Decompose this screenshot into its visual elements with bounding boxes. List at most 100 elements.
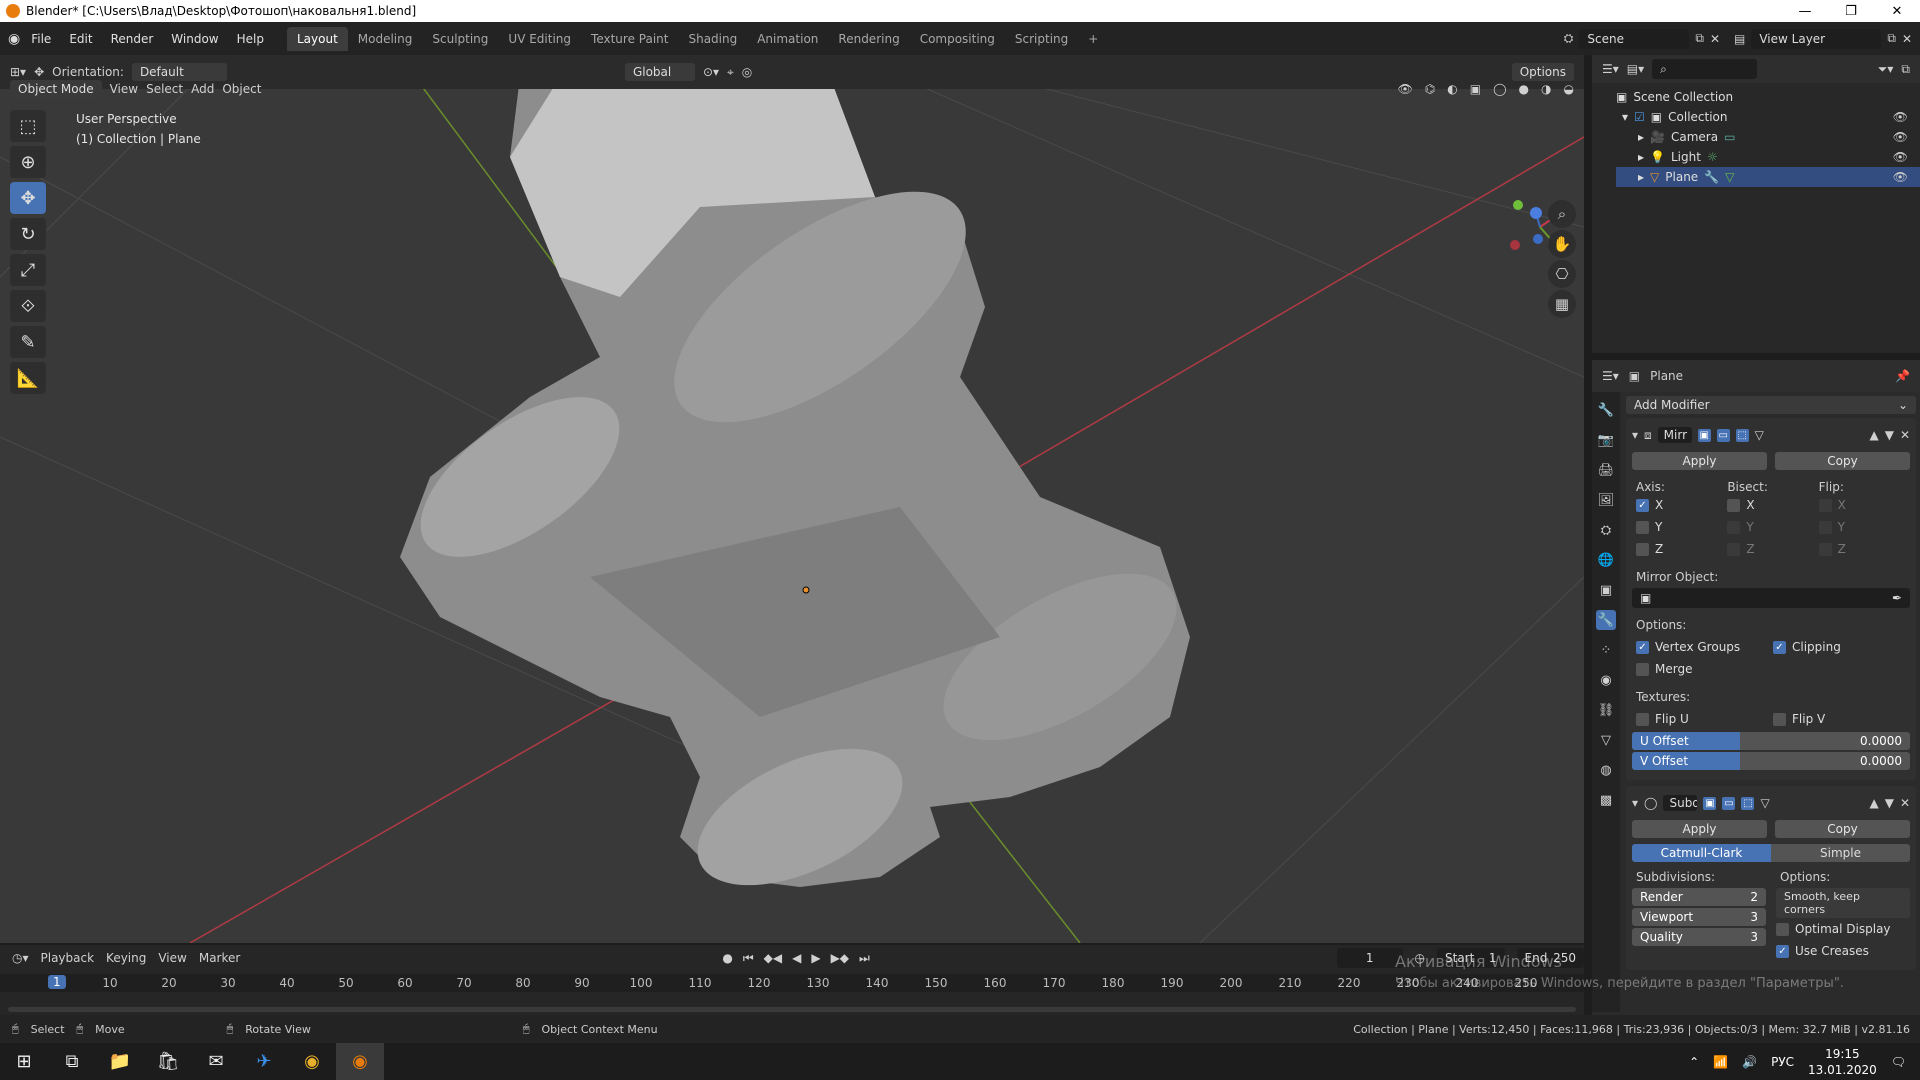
scene-field[interactable]: Scene bbox=[1579, 28, 1690, 49]
axis-x-checkbox[interactable]: ✓ X bbox=[1636, 494, 1727, 516]
output-tab-icon[interactable]: 🖨 bbox=[1596, 460, 1616, 480]
xray-icon[interactable]: ▣ bbox=[1470, 82, 1481, 96]
play-icon[interactable]: ▶ bbox=[811, 951, 820, 966]
menu-render[interactable]: Render bbox=[104, 29, 161, 49]
file-explorer-icon[interactable]: 📁 bbox=[96, 1043, 144, 1080]
jump-start-icon[interactable]: ⏮ bbox=[743, 951, 754, 966]
mirror-modifier-name[interactable]: Mirr bbox=[1657, 427, 1692, 443]
bisect-x-checkbox[interactable]: X bbox=[1727, 494, 1818, 516]
tab-layout[interactable]: Layout bbox=[286, 26, 348, 51]
axis-z-checkbox[interactable]: Z bbox=[1636, 538, 1727, 560]
frame-ruler[interactable]: 1 10 20 30 40 50 60 70 80 90 100 110 120 130 140 150 16… bbox=[0, 974, 1584, 992]
constraints-tab-icon[interactable]: ⛓ bbox=[1596, 700, 1616, 720]
merge-checkbox[interactable]: Merge bbox=[1636, 658, 1773, 680]
v-offset-slider[interactable]: V Offset 0.0000 bbox=[1632, 752, 1910, 770]
move-up-icon[interactable]: ▲ bbox=[1869, 428, 1878, 442]
outliner-light[interactable]: ▸ 💡 Light ☼ 👁 bbox=[1616, 147, 1920, 167]
subsurf-modifier-name[interactable]: Subd bbox=[1663, 795, 1698, 811]
world-tab-icon[interactable]: 🌐 bbox=[1596, 550, 1616, 570]
eye-icon[interactable]: 👁 bbox=[1893, 170, 1908, 184]
flip-v-checkbox[interactable]: Flip V bbox=[1773, 708, 1910, 730]
material-shading-icon[interactable]: ◑ bbox=[1541, 82, 1551, 96]
move-up-icon[interactable]: ▲ bbox=[1869, 796, 1878, 810]
tab-animation[interactable]: Animation bbox=[747, 27, 828, 51]
view-layer-field[interactable]: View Layer bbox=[1751, 28, 1882, 49]
viewport-toggle-icon[interactable]: ▭ bbox=[1716, 428, 1730, 442]
view-layer-tab-icon[interactable]: 🖼 bbox=[1596, 490, 1616, 510]
editmode-toggle-icon[interactable]: ▣ bbox=[1703, 796, 1717, 810]
bisect-y-checkbox[interactable]: Y bbox=[1727, 516, 1818, 538]
network-icon[interactable]: 📶 bbox=[1713, 1055, 1728, 1069]
tab-sculpting[interactable]: Sculpting bbox=[422, 27, 498, 51]
windows-start-icon[interactable]: ⊞ bbox=[0, 1043, 48, 1080]
quality-field[interactable]: Quality 3 bbox=[1632, 928, 1766, 946]
outliner-search-input[interactable]: ⌕ bbox=[1652, 59, 1758, 79]
mirror-object-field[interactable]: ▣ ✒ bbox=[1632, 588, 1910, 608]
overlay-icon[interactable]: ◐ bbox=[1447, 82, 1457, 96]
simple-button[interactable]: Simple bbox=[1771, 844, 1910, 862]
rotate-tool-icon[interactable]: ↻ bbox=[10, 218, 46, 250]
keying-menu[interactable]: Keying bbox=[106, 951, 146, 965]
outliner-scene-collection[interactable]: ▣ Scene Collection bbox=[1616, 87, 1920, 107]
outliner-type-icon[interactable]: ☰▾ bbox=[1602, 62, 1619, 76]
chrome-icon[interactable]: ◉ bbox=[288, 1043, 336, 1080]
view-menu[interactable]: View bbox=[110, 82, 138, 96]
delete-scene-icon[interactable]: ✕ bbox=[1710, 32, 1720, 46]
axis-y-checkbox[interactable]: Y bbox=[1636, 516, 1727, 538]
cage-icon[interactable]: ▽ bbox=[1755, 428, 1764, 442]
object-tab-icon[interactable]: ▣ bbox=[1596, 580, 1616, 600]
subsurf-copy-button[interactable]: Copy bbox=[1775, 820, 1910, 838]
data-tab-icon[interactable]: ▽ bbox=[1596, 730, 1616, 750]
display-mode-icon[interactable]: ▤▾ bbox=[1627, 62, 1644, 76]
remove-modifier-icon[interactable]: ✕ bbox=[1900, 796, 1910, 810]
3d-viewport[interactable]: ⌕ ✋ ⎔ ▦ bbox=[0, 77, 1584, 943]
viewport-levels-field[interactable]: Viewport 3 bbox=[1632, 908, 1766, 926]
render-tab-icon[interactable]: 📷 bbox=[1596, 430, 1616, 450]
move-down-icon[interactable]: ▼ bbox=[1885, 428, 1894, 442]
particles-tab-icon[interactable]: ⁘ bbox=[1596, 640, 1616, 660]
optimal-display-checkbox[interactable]: Optimal Display bbox=[1776, 918, 1891, 940]
texture-tab-icon[interactable]: ▩ bbox=[1596, 790, 1616, 810]
object-menu[interactable]: Object bbox=[222, 82, 261, 96]
physics-tab-icon[interactable]: ◉ bbox=[1596, 670, 1616, 690]
mirror-apply-button[interactable]: Apply bbox=[1632, 452, 1767, 470]
rendered-shading-icon[interactable]: ◒ bbox=[1564, 82, 1574, 96]
add-modifier-dropdown[interactable]: Add Modifier ⌄ bbox=[1626, 396, 1916, 414]
checkbox-icon[interactable]: ☑ bbox=[1634, 110, 1645, 124]
move-tool-icon[interactable]: ✥ bbox=[10, 182, 46, 214]
menu-file[interactable]: File bbox=[24, 29, 58, 49]
maximize-button[interactable]: ❐ bbox=[1828, 4, 1874, 19]
scene-icon[interactable]: ⛭ bbox=[1564, 31, 1574, 46]
notification-icon[interactable]: 🗨 bbox=[1891, 1055, 1906, 1069]
app-icon[interactable]: ✈ bbox=[240, 1043, 288, 1080]
flip-x-checkbox[interactable]: X bbox=[1818, 494, 1910, 516]
eye-icon[interactable]: 👁 bbox=[1893, 110, 1908, 124]
mail-icon[interactable]: ✉ bbox=[192, 1043, 240, 1080]
eyedropper-icon[interactable]: ✒ bbox=[1892, 591, 1902, 605]
outliner-camera[interactable]: ▸ 🎥 Camera ▭ 👁 bbox=[1616, 127, 1920, 147]
filter-icon[interactable]: ⏷▾ bbox=[1878, 62, 1894, 77]
language-indicator[interactable]: РУС bbox=[1771, 1055, 1794, 1069]
menu-edit[interactable]: Edit bbox=[62, 29, 99, 49]
scale-tool-icon[interactable]: ⤢ bbox=[10, 254, 46, 286]
volume-icon[interactable]: 🔊 bbox=[1742, 1055, 1757, 1069]
tab-rendering[interactable]: Rendering bbox=[828, 27, 909, 51]
minimize-button[interactable]: — bbox=[1782, 4, 1828, 19]
blender-menu-icon[interactable]: ◉ bbox=[8, 31, 20, 47]
taskbar-clock[interactable]: 19:15 13.01.2020 bbox=[1808, 1046, 1877, 1078]
pin-icon[interactable]: 📌 bbox=[1895, 369, 1910, 383]
new-collection-icon[interactable]: ⧉ bbox=[1901, 62, 1910, 77]
add-workspace-icon[interactable]: + bbox=[1078, 27, 1108, 51]
cursor-tool-icon[interactable]: ⊕ bbox=[10, 146, 46, 178]
collapse-arrow-icon[interactable]: ▾ bbox=[1632, 796, 1638, 810]
new-view-layer-icon[interactable]: ⧉ bbox=[1887, 31, 1896, 46]
zoom-icon[interactable]: ⌕ bbox=[1548, 200, 1576, 228]
subsurf-apply-button[interactable]: Apply bbox=[1632, 820, 1767, 838]
record-icon[interactable]: ● bbox=[722, 951, 732, 966]
tab-modeling[interactable]: Modeling bbox=[348, 27, 423, 51]
prev-keyframe-icon[interactable]: ◆◀ bbox=[764, 951, 782, 966]
store-icon[interactable]: 🛍 bbox=[144, 1043, 192, 1080]
tool-tab-icon[interactable]: 🔧 bbox=[1596, 400, 1616, 420]
current-frame-field[interactable]: 1 bbox=[1336, 948, 1403, 968]
bisect-z-checkbox[interactable]: Z bbox=[1727, 538, 1818, 560]
